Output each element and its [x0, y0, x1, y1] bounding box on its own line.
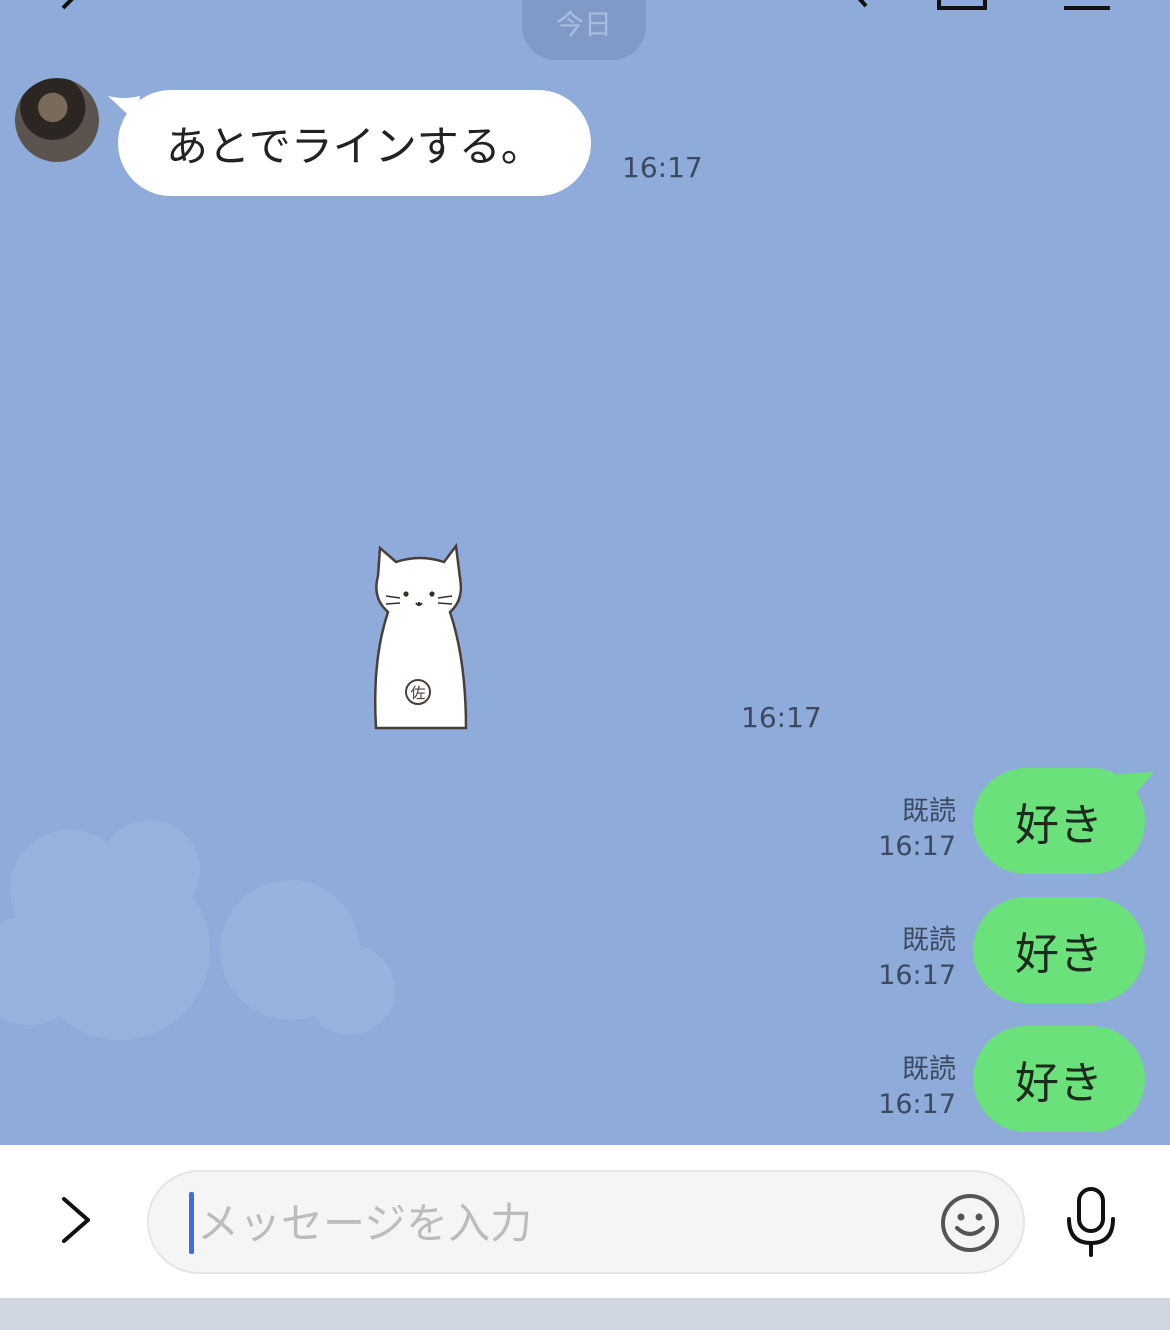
search-icon[interactable]: [840, 0, 880, 14]
read-receipt: 既読: [902, 796, 956, 827]
chevron-right-icon[interactable]: [50, 1195, 100, 1245]
microphone-icon[interactable]: [1062, 1185, 1120, 1259]
text-caret: [189, 1192, 194, 1254]
message-input[interactable]: [195, 1194, 919, 1252]
message-time: 16:17: [878, 831, 956, 862]
read-receipt: 既読: [902, 925, 956, 956]
message-input-box[interactable]: [147, 1170, 1025, 1274]
outgoing-message-text: 好き: [1015, 929, 1103, 980]
message-meta: 既読 16:17: [878, 923, 956, 993]
call-icon[interactable]: [935, 0, 991, 14]
message-time: 16:17: [878, 1089, 956, 1120]
avatar[interactable]: [15, 78, 99, 162]
incoming-message[interactable]: あとでラインする。: [118, 90, 591, 196]
read-receipt: 既読: [902, 1054, 956, 1085]
message-meta: 既読 16:17: [878, 1052, 956, 1122]
sticker-time: 16:17: [741, 701, 822, 734]
outgoing-message[interactable]: 好き: [973, 897, 1145, 1003]
keyboard-area: [0, 1298, 1170, 1330]
svg-text:佐: 佐: [410, 684, 425, 702]
outgoing-message[interactable]: 好き: [973, 768, 1145, 874]
message-input-bar: [0, 1145, 1170, 1298]
message-time: 16:17: [878, 960, 956, 991]
menu-icon[interactable]: [1060, 0, 1116, 14]
outgoing-message-text: 好き: [1015, 800, 1103, 851]
white-cat-sticker[interactable]: 佐: [366, 540, 474, 735]
background-clouds: [0, 820, 395, 1040]
chat-area[interactable]: 今日 あとでラインする。 16:17 佐 16:17 好き 既読 16:17 好…: [0, 0, 1170, 1145]
outgoing-message[interactable]: 好き: [973, 1026, 1145, 1132]
back-arrow-icon[interactable]: [55, 0, 95, 14]
incoming-message-text: あとでラインする。: [166, 121, 543, 171]
date-chip: 今日: [522, 0, 646, 60]
incoming-message-time: 16:17: [622, 151, 703, 184]
smile-icon[interactable]: [939, 1192, 1001, 1254]
outgoing-message-text: 好き: [1015, 1058, 1103, 1109]
message-meta: 既読 16:17: [878, 794, 956, 864]
